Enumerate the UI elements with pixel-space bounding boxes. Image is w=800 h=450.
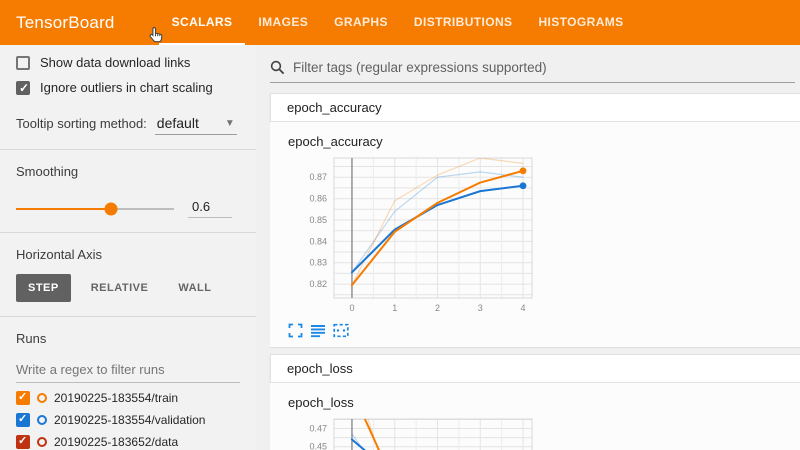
- svg-text:1: 1: [392, 303, 397, 313]
- checkbox-label: Show data download links: [40, 55, 190, 70]
- sidebar-divider: [0, 232, 256, 233]
- tab-histograms[interactable]: HISTOGRAMS: [525, 0, 636, 45]
- tooltip-sorting-dropdown[interactable]: default ▼: [155, 115, 237, 135]
- tab-images[interactable]: IMAGES: [245, 0, 321, 45]
- axis-button-relative[interactable]: RELATIVE: [81, 275, 159, 301]
- epoch-loss-chart[interactable]: 0.450.4701234: [288, 414, 800, 450]
- section-header-epoch-loss[interactable]: epoch_loss: [270, 354, 800, 383]
- run-color-circle[interactable]: [37, 437, 47, 447]
- dashboard-tabs: SCALARSIMAGESGRAPHSDISTRIBUTIONSHISTOGRA…: [159, 0, 637, 45]
- settings-sidebar: Show data download links Ignore outliers …: [0, 45, 256, 450]
- section-body-epoch-accuracy: epoch_accuracy 0.820.830.840.850.860.870…: [270, 122, 800, 348]
- runs-list: 20190225-183554/train 20190225-183554/val…: [16, 391, 240, 449]
- run-checkbox[interactable]: [16, 391, 30, 405]
- svg-text:0.45: 0.45: [309, 442, 327, 450]
- epoch-accuracy-chart[interactable]: 0.82 0.83 0.84 0.85 0.86 0.87 0 1 2 3 4: [288, 153, 800, 321]
- run-row-20190225-183554-train: 20190225-183554/train: [16, 391, 240, 405]
- section-header-epoch-accuracy[interactable]: epoch_accuracy: [270, 93, 800, 122]
- smoothing-slider-thumb[interactable]: [104, 202, 117, 215]
- tab-graphs[interactable]: GRAPHS: [321, 0, 401, 45]
- svg-text:0.83: 0.83: [309, 258, 327, 268]
- smoothing-slider[interactable]: [16, 208, 174, 210]
- tab-scalars[interactable]: SCALARS: [159, 0, 246, 45]
- chevron-down-icon: ▼: [225, 118, 235, 129]
- checkbox-ignore-outliers-in-chart-scaling[interactable]: [16, 81, 30, 95]
- top-app-bar: TensorBoard SCALARSIMAGESGRAPHSDISTRIBUT…: [0, 0, 800, 45]
- run-checkbox[interactable]: [16, 435, 30, 449]
- tooltip-sorting-value: default: [157, 115, 199, 131]
- svg-text:0.85: 0.85: [309, 215, 327, 225]
- svg-text:0.82: 0.82: [309, 279, 327, 289]
- tag-filter-input[interactable]: Filter tags (regular expressions support…: [293, 60, 795, 75]
- scalars-dashboard: Filter tags (regular expressions support…: [256, 45, 800, 450]
- checkbox-label: Ignore outliers in chart scaling: [40, 80, 213, 95]
- runs-filter-input[interactable]: Write a regex to filter runs: [16, 362, 240, 383]
- run-row-20190225-183554-validation: 20190225-183554/validation: [16, 413, 240, 427]
- horizontal-axis-label: Horizontal Axis: [16, 247, 240, 262]
- chart-toolbar: [288, 323, 800, 338]
- toggle-y-axis-icon[interactable]: [310, 323, 326, 338]
- mouse-hand-cursor-icon: [148, 26, 165, 44]
- run-checkbox[interactable]: [16, 413, 30, 427]
- run-label[interactable]: 20190225-183652/data: [54, 435, 178, 449]
- run-label[interactable]: 20190225-183554/train: [54, 391, 178, 405]
- tag-filter-row: Filter tags (regular expressions support…: [270, 60, 795, 83]
- fit-domain-to-data-icon[interactable]: [333, 323, 349, 338]
- checkbox-list: Show data download links Ignore outliers …: [16, 55, 240, 95]
- smoothing-value-input[interactable]: 0.6: [188, 199, 232, 218]
- smoothing-slider-fill: [16, 208, 111, 210]
- run-row-20190225-183652-data: 20190225-183652/data: [16, 435, 240, 449]
- run-label[interactable]: 20190225-183554/validation: [54, 413, 205, 427]
- sidebar-divider: [0, 316, 256, 317]
- smoothing-label: Smoothing: [16, 164, 240, 179]
- svg-text:3: 3: [478, 303, 483, 313]
- checkbox-row-show-data-download-links: Show data download links: [16, 55, 240, 70]
- chart-title: epoch_loss: [288, 395, 800, 410]
- svg-text:0: 0: [349, 303, 354, 313]
- horizontal-axis-buttons: STEP RELATIVE WALL: [16, 274, 240, 302]
- sidebar-divider: [0, 149, 256, 150]
- search-icon: [270, 60, 285, 75]
- checkbox-show-data-download-links[interactable]: [16, 56, 30, 70]
- svg-text:0.87: 0.87: [309, 172, 327, 182]
- svg-text:4: 4: [521, 303, 526, 313]
- expand-chart-icon[interactable]: [288, 323, 303, 338]
- runs-label: Runs: [16, 331, 240, 346]
- run-color-circle[interactable]: [37, 415, 47, 425]
- tooltip-sorting-label: Tooltip sorting method:: [16, 116, 147, 131]
- checkbox-row-ignore-outliers-in-chart-scaling: Ignore outliers in chart scaling: [16, 80, 240, 95]
- axis-button-wall[interactable]: WALL: [168, 275, 221, 301]
- smoothing-slider-row: 0.6: [16, 199, 240, 218]
- tab-distributions[interactable]: DISTRIBUTIONS: [401, 0, 526, 45]
- svg-text:2: 2: [435, 303, 440, 313]
- svg-text:0.86: 0.86: [309, 194, 327, 204]
- run-color-circle[interactable]: [37, 393, 47, 403]
- section-body-epoch-loss: epoch_loss 0.450.4701234: [270, 383, 800, 450]
- svg-text:0.84: 0.84: [309, 236, 327, 246]
- tooltip-sorting-row: Tooltip sorting method: default ▼: [16, 115, 240, 135]
- chart-title: epoch_accuracy: [288, 134, 800, 149]
- axis-button-step[interactable]: STEP: [16, 274, 71, 302]
- svg-text:0.47: 0.47: [309, 424, 327, 434]
- app-title: TensorBoard: [16, 13, 115, 33]
